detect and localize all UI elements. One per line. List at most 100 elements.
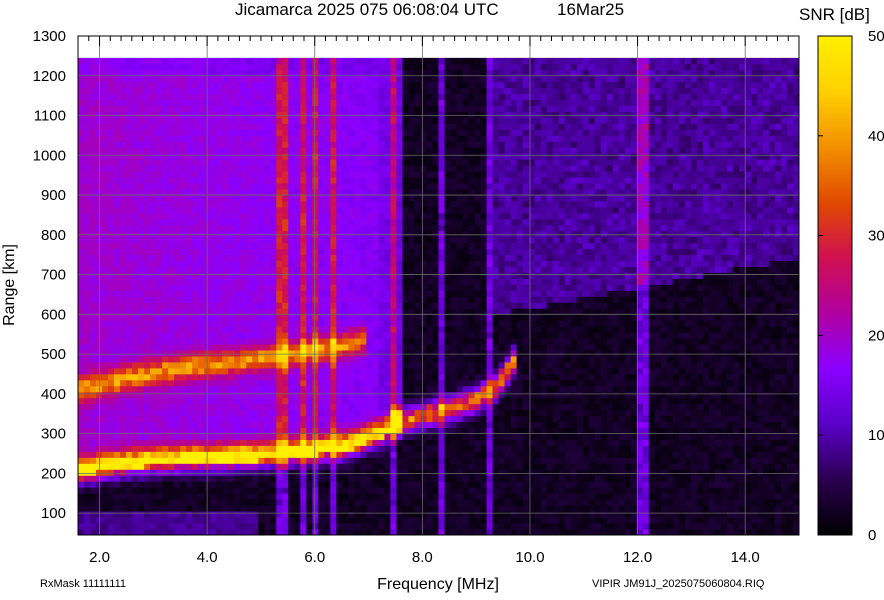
heat-cell [102,254,109,262]
heat-cell [366,159,373,166]
heat-cell [144,320,151,327]
heat-cell [210,427,217,435]
heat-cell [222,242,229,250]
heat-cell [354,195,361,202]
heat-cell [390,230,397,238]
heat-cell [420,278,427,285]
heat-cell [438,308,445,315]
heat-cell [252,183,259,190]
heat-cell [246,135,253,142]
heat-cell [240,368,247,375]
heat-cell [252,421,259,429]
heat-cell [138,487,145,494]
heat-cell [330,415,337,423]
heat-cell [396,457,403,464]
heat-cell [354,123,361,130]
heat-cell [408,445,415,452]
heat-cell [138,117,145,124]
heat-cell [390,183,397,190]
heat-cell [438,230,445,238]
heat-cell [408,421,415,429]
heat-cell [84,105,91,112]
heat-cell [258,308,265,315]
heat-cell [312,57,319,65]
heat-cell [156,445,163,452]
heat-cell [372,511,379,518]
heat-cell [306,123,313,130]
heat-cell [354,75,361,83]
heat-cell [282,368,289,375]
heat-cell [228,177,235,184]
heat-cell [420,117,427,124]
heat-cell [276,183,283,190]
heat-cell [330,75,337,83]
heat-cell [168,356,175,363]
heat-cell [150,445,157,452]
heat-cell [198,242,205,250]
heat-cell [78,141,85,148]
heat-cell [342,445,349,452]
heat-cell [348,117,355,124]
heat-cell [318,326,325,333]
heat-cell [360,117,367,124]
heat-cell [372,433,379,440]
heat-cell [276,511,283,518]
heat-cell [432,445,439,452]
heat-cell [120,254,127,262]
heat-cell [120,511,127,518]
heat-cell [138,147,145,154]
heat-cell [366,189,373,196]
heat-cell [210,493,217,500]
heat-cell [408,529,415,536]
heat-cell [240,135,247,142]
heat-cell [264,332,271,339]
heat-cell [300,517,307,524]
heat-cell [234,368,241,375]
heat-cell [372,260,379,268]
heat-cell [366,296,373,303]
heat-cell [318,338,325,345]
heat-cell [414,189,421,196]
heat-cell [282,475,289,482]
heat-cell [192,302,199,309]
heat-cell [234,379,241,387]
heat-cell [426,320,433,327]
heat-cell [174,81,181,89]
heat-cell [318,117,325,124]
heat-cell [300,469,307,476]
heat-cell [306,63,313,71]
heat-cell [264,242,271,250]
heat-cell [240,302,247,309]
heat-cell [102,439,109,446]
heat-cell [294,487,301,494]
heat-cell [354,445,361,452]
heat-cell [420,475,427,482]
heat-cell [258,99,265,106]
heat-cell [228,189,235,196]
heat-cell [306,368,313,375]
heat-cell [390,212,397,220]
heat-cell [216,409,223,417]
heat-cell [282,57,289,65]
heat-cell [234,248,241,256]
heat-cell [78,391,85,399]
heat-cell [300,356,307,363]
heat-cell [270,81,277,89]
heat-cell [258,278,265,285]
heat-cell [144,189,151,196]
heat-cell [234,499,241,506]
heat-cell [222,475,229,482]
heat-cell [342,379,349,387]
heat-cell [192,171,199,178]
heat-cell [180,397,187,405]
heat-cell [408,433,415,440]
heat-cell [444,177,451,184]
heat-cell [120,308,127,315]
heat-cell [348,87,355,95]
heat-cell [288,141,295,148]
heat-cell [396,397,403,405]
heat-cell [102,362,109,369]
heat-cell [288,523,295,530]
heat-cell [252,69,259,77]
heat-cell [330,368,337,375]
